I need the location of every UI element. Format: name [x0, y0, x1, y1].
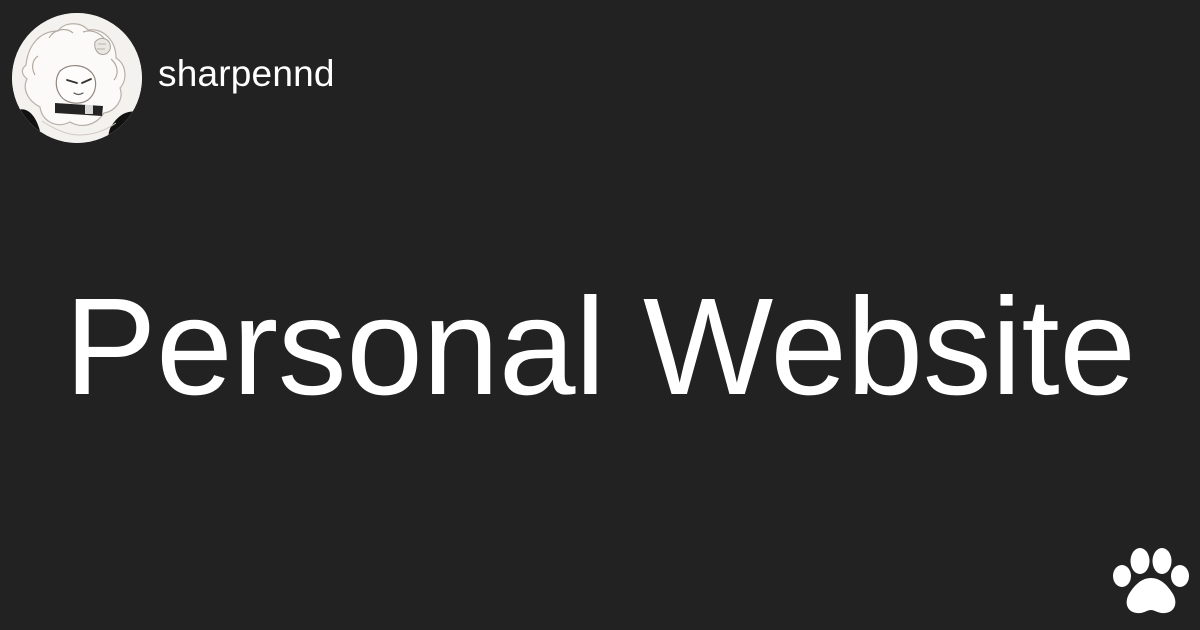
- avatar: [12, 13, 142, 143]
- paw-icon: [1112, 544, 1190, 616]
- social-preview-card: sharpennd Personal Website: [0, 0, 1200, 630]
- page-title: Personal Website: [64, 270, 1136, 424]
- username: sharpennd: [158, 52, 335, 94]
- profile-header: sharpennd: [12, 12, 335, 144]
